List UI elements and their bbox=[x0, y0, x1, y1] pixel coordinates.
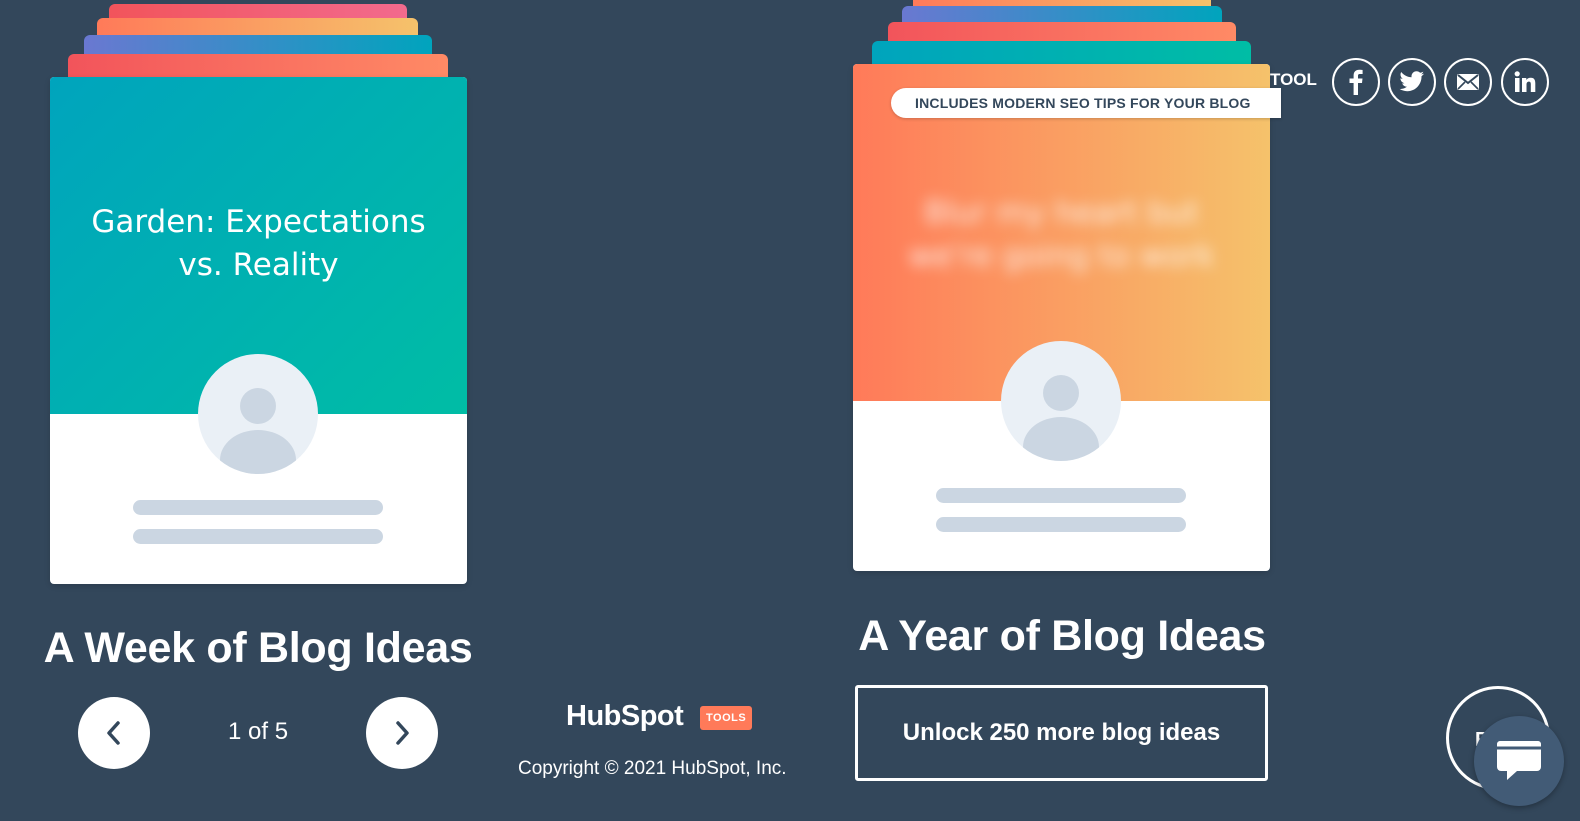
text-placeholder-line bbox=[936, 517, 1186, 532]
text-placeholder-line bbox=[133, 529, 383, 544]
seo-tips-pill: INCLUDES MODERN SEO TIPS FOR YOUR BLOG bbox=[891, 88, 1281, 118]
chevron-left-icon bbox=[107, 721, 120, 745]
year-card-title-blurred: Blur my heart but we're going to work bbox=[908, 195, 1215, 274]
pager-text: 1 of 5 bbox=[228, 718, 289, 745]
share-label: TOOL bbox=[1270, 70, 1317, 89]
chevron-right-icon bbox=[396, 721, 409, 745]
facebook-icon bbox=[1349, 69, 1363, 95]
avatar-body bbox=[1023, 417, 1099, 461]
chat-launcher-button[interactable] bbox=[1474, 716, 1564, 806]
next-button[interactable] bbox=[366, 697, 438, 769]
hubspot-logo[interactable]: HubSpot bbox=[566, 700, 684, 733]
previous-button[interactable] bbox=[78, 697, 150, 769]
avatar-placeholder bbox=[198, 354, 318, 474]
twitter-icon bbox=[1399, 71, 1424, 92]
linkedin-share-button[interactable] bbox=[1501, 58, 1549, 106]
week-card-stack: Garden: Expectations vs. Reality bbox=[0, 0, 520, 600]
email-share-button[interactable] bbox=[1444, 58, 1492, 106]
chat-icon bbox=[1497, 741, 1541, 780]
year-card: Blur my heart but we're going to work bbox=[853, 64, 1270, 571]
text-placeholder-line bbox=[936, 488, 1186, 503]
text-placeholder-line bbox=[133, 500, 383, 515]
email-icon bbox=[1457, 74, 1479, 90]
year-heading: A Year of Blog Ideas bbox=[858, 612, 1266, 660]
twitter-share-button[interactable] bbox=[1388, 58, 1436, 106]
week-card-title: Garden: Expectations vs. Reality bbox=[91, 204, 426, 283]
avatar-body bbox=[220, 430, 296, 474]
copyright-text: Copyright © 2021 HubSpot, Inc. bbox=[518, 758, 787, 779]
facebook-share-button[interactable] bbox=[1332, 58, 1380, 106]
avatar-head bbox=[1043, 375, 1079, 411]
unlock-more-button[interactable]: Unlock 250 more blog ideas bbox=[855, 685, 1268, 781]
week-card: Garden: Expectations vs. Reality bbox=[50, 77, 467, 584]
linkedin-icon bbox=[1514, 71, 1536, 92]
avatar-head bbox=[240, 388, 276, 424]
avatar-placeholder bbox=[1001, 341, 1121, 461]
week-heading: A Week of Blog Ideas bbox=[43, 624, 473, 672]
tools-badge: TOOLS bbox=[700, 706, 753, 730]
